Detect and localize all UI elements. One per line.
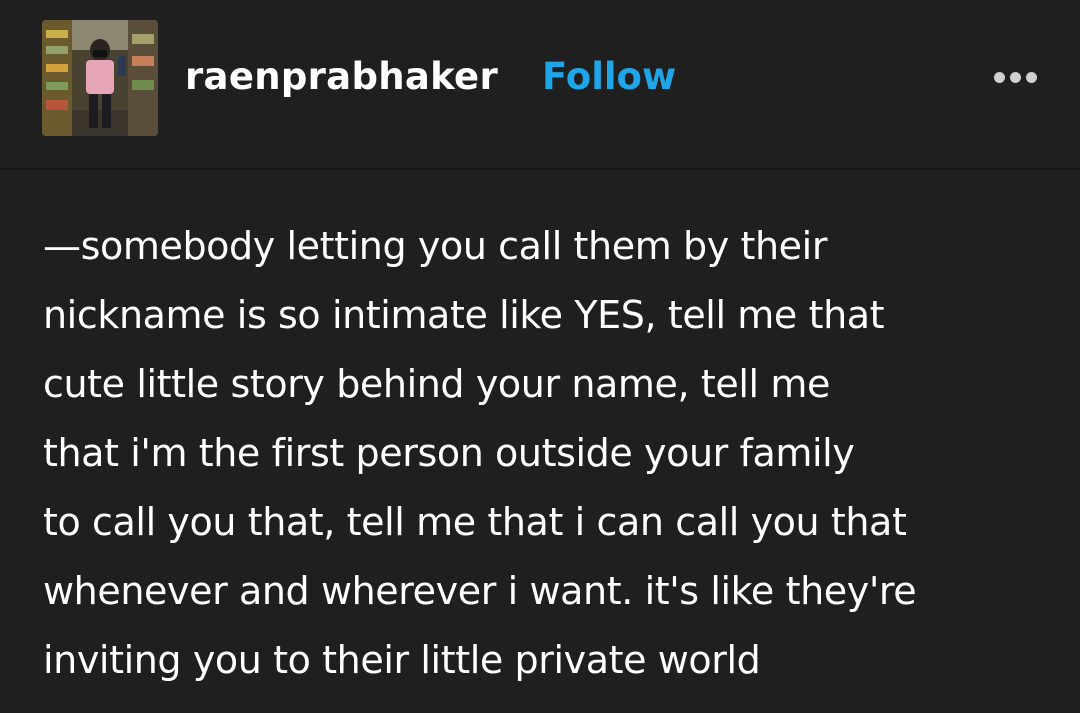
divider: [0, 168, 1080, 170]
avatar-image: [42, 20, 158, 136]
post-text-line: that i'm the first person outside your f…: [43, 431, 855, 475]
post-header: raenprabhaker Follow: [0, 0, 1080, 168]
post-text-line: cute little story behind your name, tell…: [43, 362, 830, 406]
avatar[interactable]: [42, 20, 158, 136]
dot: [1026, 72, 1037, 83]
dot: [1010, 72, 1021, 83]
username[interactable]: raenprabhaker: [185, 55, 498, 99]
post-body: —somebody letting you call them by their…: [43, 212, 1053, 695]
follow-button[interactable]: Follow: [542, 55, 676, 99]
post-text-line: whenever and wherever i want. it's like …: [43, 569, 917, 613]
post-text-line: inviting you to their little private wor…: [43, 638, 761, 682]
post-text-line: nickname is so intimate like YES, tell m…: [43, 293, 885, 337]
post-text-line: —somebody letting you call them by their: [43, 224, 828, 268]
dot: [994, 72, 1005, 83]
post-text-line: to call you that, tell me that i can cal…: [43, 500, 907, 544]
ellipsis-icon[interactable]: [990, 64, 1042, 90]
